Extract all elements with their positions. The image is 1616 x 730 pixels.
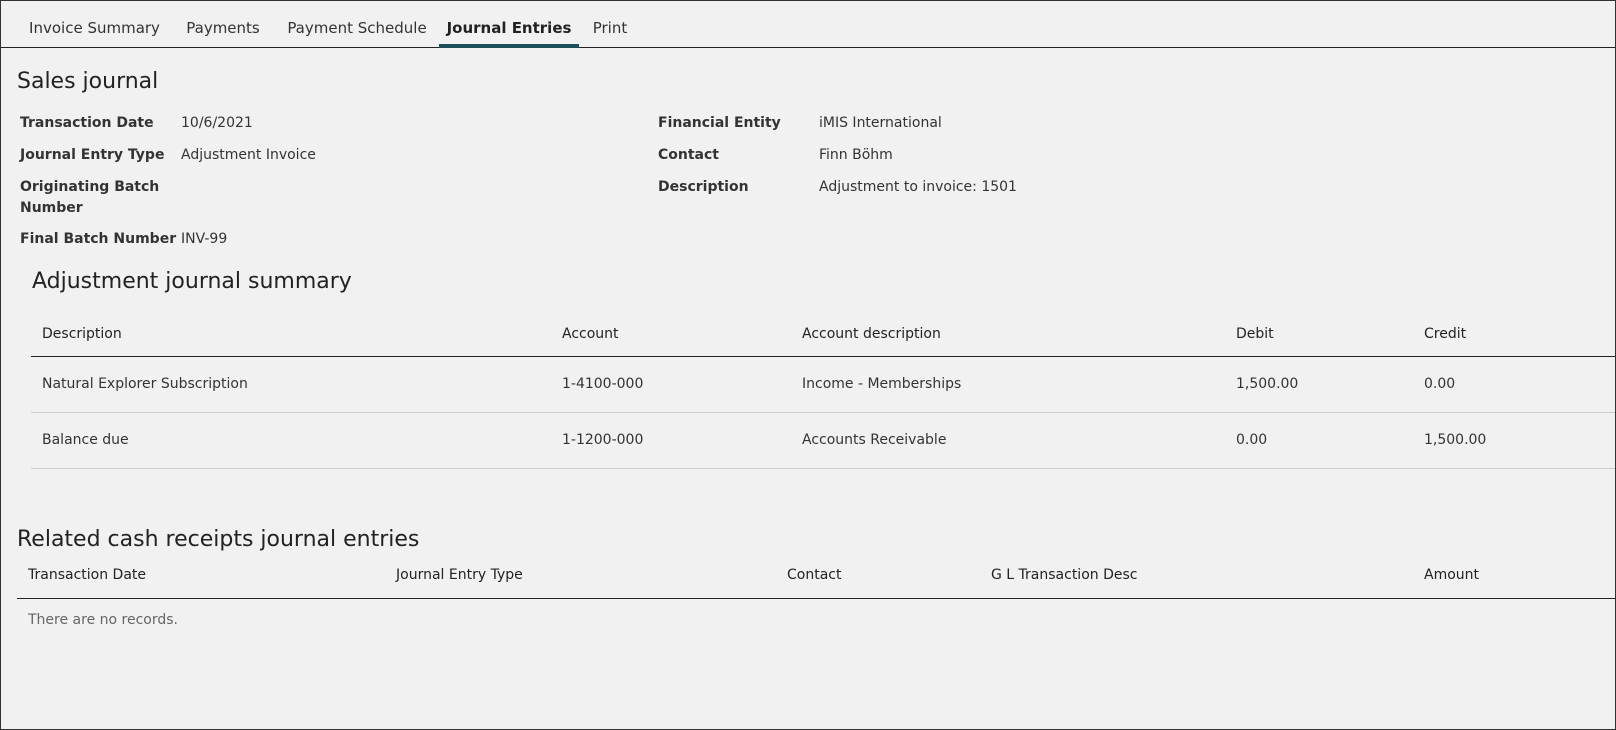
row-credit: 0.00 xyxy=(1424,376,1456,392)
contact-label: Contact xyxy=(658,147,719,163)
tab-print[interactable]: Print xyxy=(585,1,635,47)
related-cash-receipts-heading: Related cash receipts journal entries xyxy=(17,527,420,552)
invoice-window: Invoice Summary Payments Payment Schedul… xyxy=(0,0,1616,730)
final-batch-number-label: Final Batch Number xyxy=(20,231,177,247)
row-account: 1-4100-000 xyxy=(562,376,644,392)
tab-payment-schedule[interactable]: Payment Schedule xyxy=(279,1,435,47)
transaction-date-value: 10/6/2021 xyxy=(181,115,253,131)
tab-journal-entries[interactable]: Journal Entries xyxy=(439,1,579,48)
tab-invoice-summary[interactable]: Invoice Summary xyxy=(21,1,168,47)
col-header-amount: Amount xyxy=(1424,567,1480,583)
journal-entry-type-value: Adjustment Invoice xyxy=(181,147,316,163)
description-value: Adjustment to invoice: 1501 xyxy=(819,179,1017,195)
transaction-date-label: Transaction Date xyxy=(20,115,154,131)
row-description: Balance due xyxy=(42,432,129,448)
description-label: Description xyxy=(658,179,749,195)
final-batch-number-value: INV-99 xyxy=(181,231,228,247)
table-header-divider xyxy=(31,356,1615,357)
financial-entity-value: iMIS International xyxy=(819,115,942,131)
originating-batch-number-label: Originating Batch Number xyxy=(20,179,160,216)
financial-entity-label: Financial Entity xyxy=(658,115,781,131)
tab-payments[interactable]: Payments xyxy=(177,1,269,47)
col-header-credit: Credit xyxy=(1424,326,1467,342)
row-account-description: Income - Memberships xyxy=(802,376,962,392)
row-debit: 1,500.00 xyxy=(1236,376,1299,392)
sales-journal-heading: Sales journal xyxy=(17,69,159,94)
contact-value: Finn Böhm xyxy=(819,147,893,163)
row-credit: 1,500.00 xyxy=(1424,432,1487,448)
tab-bar: Invoice Summary Payments Payment Schedul… xyxy=(1,1,1615,48)
row-divider xyxy=(31,468,1615,469)
row-debit: 0.00 xyxy=(1236,432,1268,448)
empty-records-message: There are no records. xyxy=(28,612,178,628)
col-header-debit: Debit xyxy=(1236,326,1274,342)
row-description: Natural Explorer Subscription xyxy=(42,376,248,392)
col-header-account: Account xyxy=(562,326,619,342)
row-account-description: Accounts Receivable xyxy=(802,432,947,448)
col-header-transaction-date: Transaction Date xyxy=(28,567,147,583)
adjustment-summary-heading: Adjustment journal summary xyxy=(32,269,352,294)
table-header-divider xyxy=(17,598,1615,599)
col-header-description: Description xyxy=(42,326,122,342)
journal-entry-type-label: Journal Entry Type xyxy=(20,147,165,163)
col-header-journal-entry-type: Journal Entry Type xyxy=(396,567,523,583)
row-divider xyxy=(31,412,1615,413)
col-header-gl-transaction-desc: G L Transaction Desc xyxy=(991,567,1138,583)
col-header-account-description: Account description xyxy=(802,326,941,342)
col-header-contact: Contact xyxy=(787,567,842,583)
row-account: 1-1200-000 xyxy=(562,432,644,448)
